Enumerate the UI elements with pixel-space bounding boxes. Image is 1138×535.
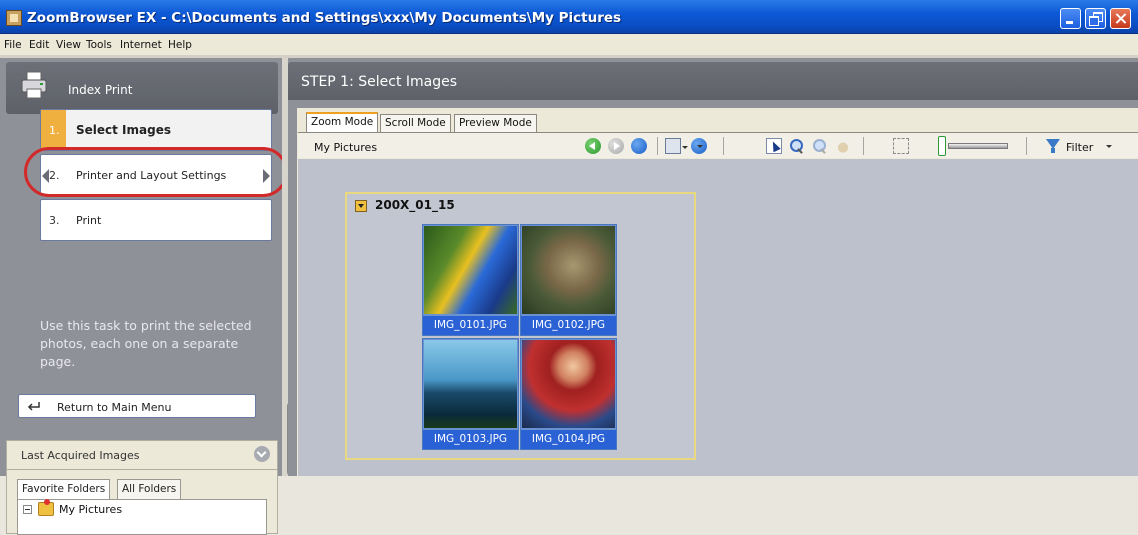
tab-scroll-mode[interactable]: Scroll Mode (380, 114, 451, 132)
filter-dropdown-icon[interactable] (1106, 145, 1112, 148)
collapse-icon[interactable] (254, 446, 270, 462)
task-title: Index Print (68, 83, 133, 97)
step-label: Print (76, 214, 102, 227)
last-acquired-panel: Last Acquired Images Favorite Folders Al… (6, 440, 278, 535)
filter-icon[interactable] (1044, 137, 1062, 155)
up-folder-icon[interactable] (631, 138, 647, 154)
group-expand-icon[interactable] (355, 200, 367, 212)
title-bar: ZoomBrowser EX - C:\Documents and Settin… (0, 0, 1138, 34)
arrow-right-icon (263, 169, 270, 183)
hand-icon[interactable] (835, 138, 851, 154)
collapse-tree-icon[interactable] (23, 505, 32, 514)
last-acquired-title: Last Acquired Images (21, 449, 140, 462)
arrow-left-icon (42, 169, 49, 183)
toolbar: My Pictures Filter (298, 132, 1138, 158)
zoom-slider-thumb[interactable] (938, 136, 946, 156)
menu-bar: File Edit View Tools Internet Help (0, 35, 1138, 55)
menu-file[interactable]: File (4, 39, 22, 51)
tab-preview-mode[interactable]: Preview Mode (454, 114, 537, 132)
photo-child (522, 340, 615, 428)
group-label: 200X_01_15 (375, 198, 455, 212)
filter-label[interactable]: Filter (1066, 141, 1093, 154)
zoom-slider-track[interactable] (948, 143, 1008, 149)
zoom-in-icon[interactable] (789, 138, 805, 154)
view-options-icon[interactable] (665, 138, 688, 154)
thumbnail-filename: IMG_0102.JPG (521, 316, 616, 335)
thumbnail[interactable]: IMG_0104.JPG (520, 338, 617, 450)
step-number: 1. (49, 124, 60, 137)
toolbar-separator (723, 137, 724, 155)
info-icon[interactable] (691, 138, 707, 154)
task-panel: Index Print 1. Select Images 2. Printer … (0, 58, 282, 535)
current-path: My Pictures (314, 141, 378, 154)
back-icon[interactable] (585, 138, 601, 154)
thumbnail[interactable]: IMG_0103.JPG (422, 338, 519, 450)
step-label: Printer and Layout Settings (76, 169, 227, 182)
tab-all-folders[interactable]: All Folders (117, 479, 182, 499)
thumbnail-filename: IMG_0103.JPG (423, 430, 518, 449)
step-header: STEP 1: Select Images (288, 62, 1138, 100)
image-group: 200X_01_15 IMG_0101.JPG IMG_0102.JPG IMG… (345, 192, 696, 460)
return-button-label: Return to Main Menu (57, 401, 172, 414)
pointer-icon[interactable] (766, 138, 782, 154)
divider (7, 469, 277, 470)
printer-icon (21, 71, 47, 99)
tree-item-my-pictures[interactable]: My Pictures (59, 503, 122, 516)
return-to-main-menu-button[interactable]: Return to Main Menu (18, 394, 256, 418)
task-description: Use this task to print the selected phot… (40, 318, 252, 369)
forward-icon[interactable] (608, 138, 624, 154)
zoom-out-icon[interactable] (812, 138, 828, 154)
thumbnail-area: 200X_01_15 IMG_0101.JPG IMG_0102.JPG IMG… (298, 159, 1138, 476)
step-select-images[interactable]: 1. Select Images (40, 109, 272, 151)
folder-tree: My Pictures (17, 499, 267, 535)
step-number: 3. (49, 214, 60, 227)
main-panel: STEP 1: Select Images Zoom Mode Scroll M… (288, 58, 1138, 476)
fit-window-icon[interactable] (893, 138, 909, 154)
photo-parrot (424, 226, 517, 314)
tab-zoom-mode[interactable]: Zoom Mode (306, 112, 379, 133)
step-printer-layout-settings[interactable]: 2. Printer and Layout Settings (40, 154, 272, 196)
menu-view[interactable]: View (56, 39, 81, 51)
close-button[interactable] (1110, 8, 1131, 29)
restore-button[interactable] (1085, 8, 1106, 29)
window-title: ZoomBrowser EX - C:\Documents and Settin… (27, 10, 622, 26)
toolbar-separator (863, 137, 864, 155)
toolbar-separator (1026, 137, 1027, 155)
task-header: Index Print (6, 62, 278, 114)
app-icon[interactable] (6, 10, 22, 26)
my-pictures-folder-icon (38, 499, 54, 516)
menu-edit[interactable]: Edit (29, 39, 49, 51)
return-arrow-icon (27, 402, 40, 411)
menu-help[interactable]: Help (168, 39, 192, 51)
image-viewer: Zoom Mode Scroll Mode Preview Mode My Pi… (297, 108, 1138, 476)
photo-seascape (424, 340, 517, 428)
step-title: STEP 1: Select Images (301, 74, 458, 90)
tab-favorite-folders[interactable]: Favorite Folders (17, 479, 111, 500)
thumbnail[interactable]: IMG_0101.JPG (422, 224, 519, 336)
minimize-button[interactable] (1060, 8, 1081, 29)
photo-turtle (522, 226, 615, 314)
thumbnail[interactable]: IMG_0102.JPG (520, 224, 617, 336)
toolbar-separator (657, 137, 658, 155)
menu-internet[interactable]: Internet (120, 39, 162, 51)
step-print[interactable]: 3. Print (40, 199, 272, 241)
menu-tools[interactable]: Tools (86, 39, 112, 51)
thumbnail-filename: IMG_0104.JPG (521, 430, 616, 449)
thumbnail-filename: IMG_0101.JPG (423, 316, 518, 335)
step-label: Select Images (76, 123, 171, 137)
step-number: 2. (49, 169, 60, 182)
